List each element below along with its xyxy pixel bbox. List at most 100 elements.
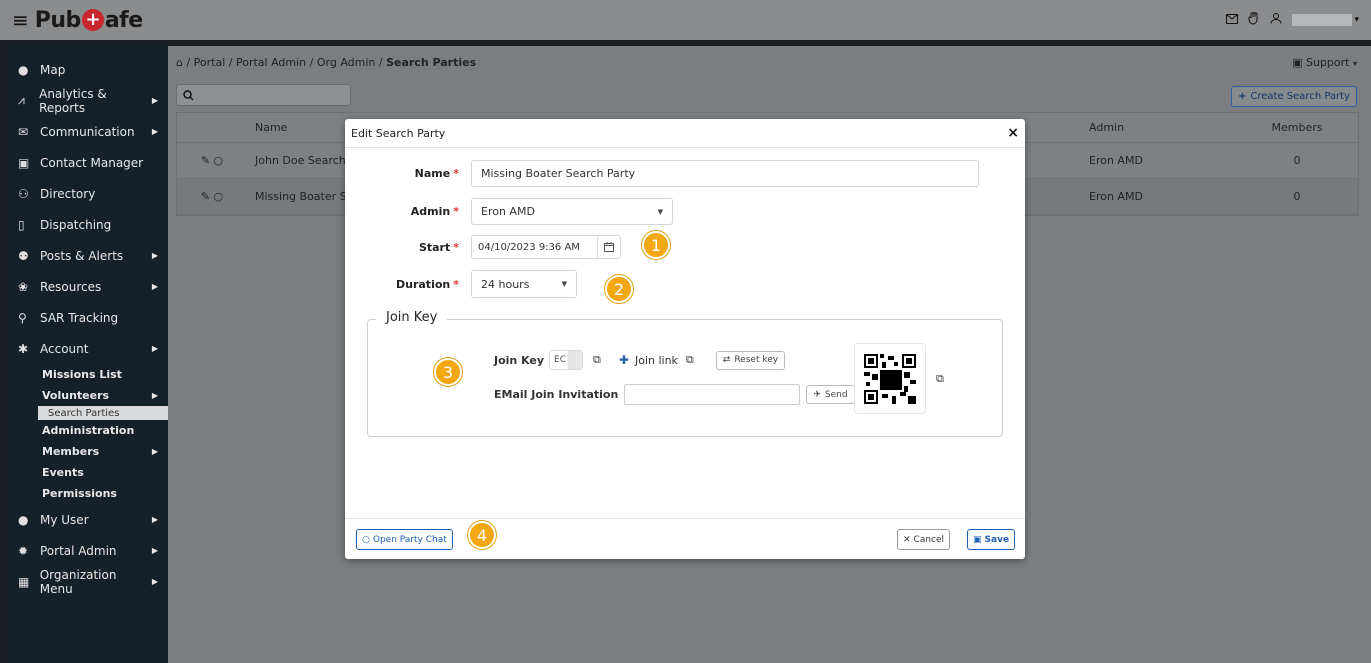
logo[interactable]: Pub + afe <box>35 8 143 33</box>
tracking-icon: ⚲ <box>18 310 27 325</box>
edit-icon[interactable]: ✎ <box>201 154 210 167</box>
sidebar-item-organization-menu[interactable]: ▦ Organization Menu ▶ <box>8 566 168 597</box>
user-icon[interactable] <box>1270 12 1282 28</box>
sidebar-subitem-volunteers[interactable]: Volunteers ▶ <box>42 385 168 406</box>
reset-key-label: Reset key <box>734 355 779 365</box>
save-button[interactable]: ▣ Save <box>967 529 1016 550</box>
hand-icon[interactable] <box>1248 11 1260 29</box>
chevron-right-icon: ▶ <box>151 546 158 555</box>
chevron-down-icon: ▼ <box>657 207 663 216</box>
chat-icon[interactable]: ○ <box>214 190 224 203</box>
chevron-right-icon: ▶ <box>151 282 158 291</box>
sidebar-item-directory[interactable]: ⚇ Directory <box>8 178 168 209</box>
name-label-text: Name <box>414 167 451 180</box>
admin-label-text: Admin <box>410 205 451 218</box>
name-label: Name * <box>345 167 471 180</box>
duration-row: Duration * 24 hours ▼ <box>345 270 577 298</box>
create-search-party-button[interactable]: + Create Search Party <box>1231 86 1357 107</box>
chat-icon: ○ <box>362 534 370 545</box>
sidebar-item-label: Map <box>40 62 66 77</box>
sidebar-subitem-members[interactable]: Members ▶ <box>42 441 168 462</box>
sidebar-subitem-search-parties[interactable]: Search Parties <box>38 406 168 420</box>
required-mark: * <box>453 240 459 254</box>
name-input[interactable]: Missing Boater Search Party <box>471 160 979 187</box>
duration-label: Duration * <box>345 278 471 291</box>
menu-icon[interactable]: ≡ <box>12 10 29 30</box>
breadcrumb-path[interactable]: / Portal / Portal Admin / Org Admin / <box>186 56 382 69</box>
join-link-button[interactable]: Join link <box>635 354 678 367</box>
plus-icon: + <box>1238 91 1247 102</box>
chevron-down-icon[interactable]: ▾ <box>1354 15 1359 25</box>
cancel-button[interactable]: ✕ Cancel <box>897 529 951 550</box>
start-datetime-input[interactable]: 04/10/2023 9:36 AM <box>471 235 621 259</box>
chat-icon[interactable]: ○ <box>214 154 224 167</box>
mail-icon[interactable] <box>1226 13 1239 28</box>
duration-select[interactable]: 24 hours ▼ <box>471 270 577 298</box>
sidebar-subitem-events[interactable]: Events <box>42 462 168 483</box>
chevron-right-icon: ▶ <box>151 96 158 105</box>
user-icon: ● <box>18 512 29 527</box>
admin-label: Admin * <box>345 205 471 218</box>
sidebar-subitem-administration[interactable]: Administration <box>42 420 168 441</box>
support-menu[interactable]: ▣ Support ▾ <box>1292 56 1357 69</box>
sidebar-subitem-missions-list[interactable]: Missions List <box>42 364 168 385</box>
sidebar-item-my-user[interactable]: ● My User ▶ <box>8 504 168 535</box>
user-name-redacted[interactable] <box>1292 14 1353 26</box>
join-key-label: Join Key <box>494 353 545 367</box>
sidebar-item-label: Organization Menu <box>39 567 117 596</box>
start-label: Start * <box>345 241 471 254</box>
sidebar-item-label: SAR Tracking <box>40 310 119 325</box>
globe-icon: ● <box>18 62 29 77</box>
chevron-right-icon: ▶ <box>151 391 158 400</box>
calendar-icon[interactable] <box>597 236 614 258</box>
join-key-fieldset: Join Key 3 Join Key EC ⧉ ✚ Join link ⧉ ⇄… <box>367 310 1003 437</box>
sidebar-item-contact-manager[interactable]: ▣ Contact Manager <box>8 147 168 178</box>
sidebar-item-portal-admin[interactable]: ✹ Portal Admin ▶ <box>8 535 168 566</box>
row-admin: Eron AMD <box>1089 154 1143 167</box>
sidebar-item-analytics[interactable]: ⩘ Analytics & Reports ▶ <box>8 85 168 116</box>
edit-icon[interactable]: ✎ <box>201 190 210 203</box>
sidebar-item-communication[interactable]: ✉ Communication ▶ <box>8 116 168 147</box>
search-input[interactable] <box>176 84 351 106</box>
open-party-chat-button[interactable]: ○ Open Party Chat <box>356 529 453 550</box>
column-header-admin[interactable]: Admin <box>1089 121 1124 134</box>
top-bar: ≡ Pub + afe ▾ <box>0 0 1371 40</box>
user-plus-icon[interactable]: ✚ <box>619 353 629 367</box>
column-header-members[interactable]: Members <box>1247 121 1347 134</box>
sidebar-item-posts-alerts[interactable]: ⚉ Posts & Alerts ▶ <box>8 240 168 271</box>
sidebar-subitem-label: Members <box>42 445 100 458</box>
sidebar-item-label: Dispatching <box>40 217 112 232</box>
modal-header: Edit Search Party × <box>345 119 1025 148</box>
home-icon[interactable]: ⌂ <box>176 56 183 69</box>
contact-card-icon: ▣ <box>18 155 30 170</box>
reset-key-button[interactable]: ⇄ Reset key <box>715 350 786 370</box>
building-icon: ▦ <box>18 574 30 589</box>
sidebar-item-resources[interactable]: ❀ Resources ▶ <box>8 271 168 302</box>
qr-code-icon <box>864 353 916 404</box>
close-icon[interactable]: × <box>1007 125 1019 141</box>
save-icon: ▣ <box>973 534 982 545</box>
modal-footer: ○ Open Party Chat 4 ✕ Cancel ▣ Save <box>345 518 1025 559</box>
admin-select[interactable]: Eron AMD ▼ <box>471 198 673 225</box>
copy-icon[interactable]: ⧉ <box>686 353 694 367</box>
support-icon: ▣ <box>1292 56 1303 69</box>
send-button[interactable]: ✈ Send <box>806 385 855 404</box>
required-mark: * <box>453 167 459 180</box>
sidebar-item-map[interactable]: ● Map <box>8 54 168 85</box>
sidebar-item-sar-tracking[interactable]: ⚲ SAR Tracking <box>8 302 168 333</box>
tablet-icon: ▯ <box>18 217 25 232</box>
email-invite-input[interactable] <box>624 384 801 405</box>
sidebar-item-label: Analytics & Reports <box>39 86 107 115</box>
chevron-down-icon: ▼ <box>561 280 567 288</box>
duration-label-text: Duration <box>396 277 451 291</box>
duration-select-value: 24 hours <box>481 277 530 291</box>
sidebar-item-account[interactable]: ✱ Account ▶ <box>8 333 168 364</box>
top-right-controls: ▾ <box>1226 11 1359 29</box>
copy-icon[interactable]: ⧉ <box>593 353 601 367</box>
join-key-field[interactable]: EC <box>549 350 584 370</box>
sidebar-item-dispatching[interactable]: ▯ Dispatching <box>8 209 168 240</box>
search-row <box>176 84 351 106</box>
email-invite-row: EMail Join Invitation ✈ Send <box>494 384 855 405</box>
copy-icon[interactable]: ⧉ <box>936 372 944 386</box>
sidebar-subitem-permissions[interactable]: Permissions <box>42 483 168 504</box>
